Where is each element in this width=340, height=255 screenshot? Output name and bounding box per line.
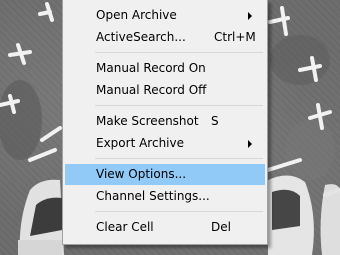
menu-item-label: Open Archive bbox=[96, 8, 177, 22]
menu-item-label: Export Archive bbox=[96, 136, 184, 150]
menu-item-channel-settings[interactable]: Channel Settings... bbox=[65, 186, 265, 207]
menu-item-activesearch[interactable]: ActiveSearch... Ctrl+M bbox=[65, 27, 265, 48]
menu-item-open-archive[interactable]: Open Archive bbox=[65, 5, 265, 26]
menu-separator bbox=[95, 52, 263, 53]
menu-item-manual-record-off[interactable]: Manual Record Off bbox=[65, 80, 265, 101]
menu-item-view-options[interactable]: View Options... bbox=[65, 164, 265, 185]
menu-item-label: Manual Record Off bbox=[96, 83, 207, 97]
submenu-arrow-icon bbox=[248, 140, 252, 148]
menu-separator bbox=[95, 105, 263, 106]
menu-separator bbox=[95, 158, 263, 159]
submenu-arrow-icon bbox=[248, 12, 252, 20]
menu-item-label: Clear Cell bbox=[96, 220, 154, 234]
car-right bbox=[268, 175, 340, 255]
menu-item-shortcut: Del bbox=[211, 220, 231, 234]
menu-item-label: Make Screenshot bbox=[96, 114, 199, 128]
menu-separator bbox=[95, 211, 263, 212]
menu-item-clear-cell[interactable]: Clear Cell Del bbox=[65, 217, 265, 238]
menu-item-label: Channel Settings... bbox=[96, 189, 210, 203]
car-left bbox=[18, 179, 64, 255]
menu-item-manual-record-on[interactable]: Manual Record On bbox=[65, 58, 265, 79]
menu-item-make-screenshot[interactable]: Make Screenshot S bbox=[65, 111, 265, 132]
menu-item-label: ActiveSearch... bbox=[96, 30, 186, 44]
menu-item-label: Manual Record On bbox=[96, 61, 206, 75]
menu-item-export-archive[interactable]: Export Archive bbox=[65, 133, 265, 154]
menu-item-shortcut: Ctrl+M bbox=[214, 30, 256, 44]
menu-item-label: View Options... bbox=[96, 167, 187, 181]
context-menu: Open Archive ActiveSearch... Ctrl+M Manu… bbox=[62, 0, 268, 245]
menu-item-shortcut: S bbox=[211, 114, 219, 128]
